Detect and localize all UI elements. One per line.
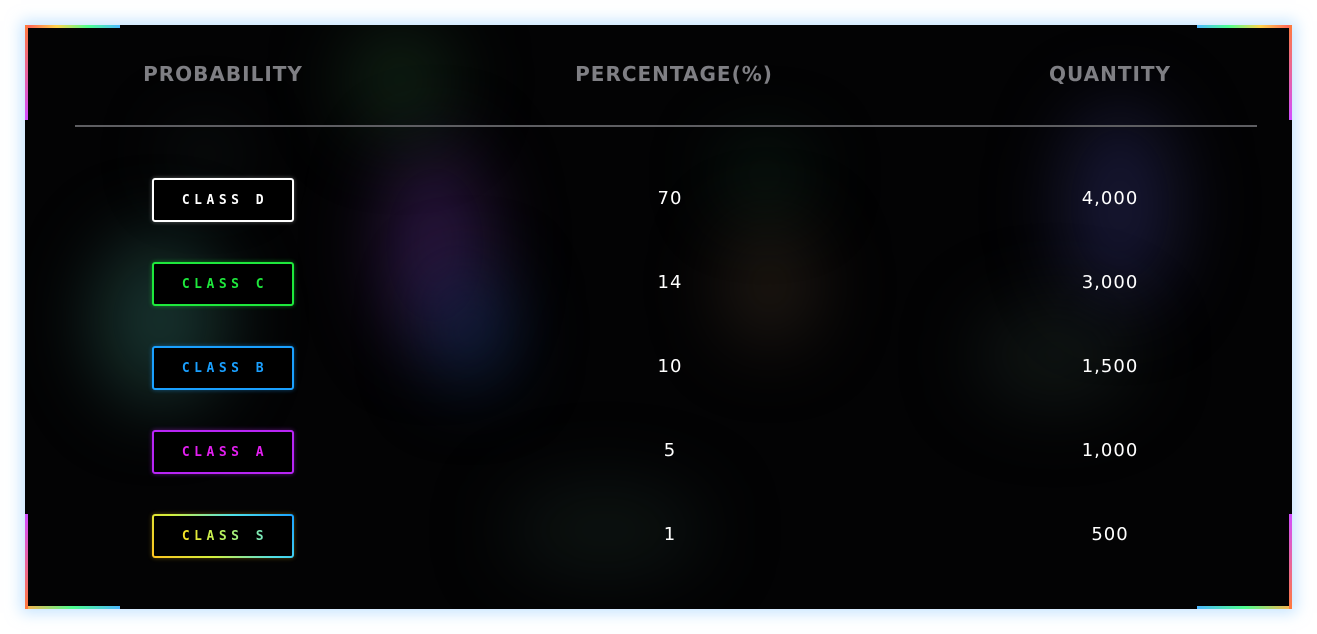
percentage-value: 10 [657, 356, 683, 377]
quantity-value: 1,500 [1081, 356, 1139, 377]
table-row: CLASS B 10 1,500 [25, 346, 1292, 390]
header-quantity: QUANTITY [1048, 62, 1172, 86]
table-row: CLASS S 1 500 [25, 514, 1292, 558]
quantity-value: 1,000 [1081, 440, 1139, 461]
header-divider [75, 125, 1257, 127]
percentage-value: 1 [663, 524, 677, 545]
table-row: CLASS C 14 3,000 [25, 262, 1292, 306]
class-label: CLASS A [181, 444, 269, 460]
class-label: CLASS B [181, 360, 269, 376]
table-header: PROBABILITY PERCENTAGE(%) QUANTITY [25, 25, 1292, 125]
percentage-value: 5 [663, 440, 677, 461]
header-percentage: PERCENTAGE(%) [575, 62, 773, 86]
class-label: CLASS C [181, 276, 269, 292]
quantity-value: 500 [1091, 524, 1129, 545]
class-badge: CLASS D [152, 178, 294, 222]
quantity-value: 3,000 [1081, 272, 1139, 293]
header-probability: PROBABILITY [143, 62, 303, 86]
class-label: CLASS D [181, 192, 269, 208]
class-badge: CLASS B [152, 346, 294, 390]
probability-panel: PROBABILITY PERCENTAGE(%) QUANTITY CLASS… [25, 25, 1292, 609]
table-row: CLASS D 70 4,000 [25, 178, 1292, 222]
percentage-value: 14 [657, 272, 683, 293]
table-row: CLASS A 5 1,000 [25, 430, 1292, 474]
class-badge: CLASS A [152, 430, 294, 474]
class-badge: CLASS C [152, 262, 294, 306]
class-badge: CLASS S [152, 514, 294, 558]
percentage-value: 70 [657, 188, 683, 209]
quantity-value: 4,000 [1081, 188, 1139, 209]
class-label: CLASS S [178, 529, 268, 544]
